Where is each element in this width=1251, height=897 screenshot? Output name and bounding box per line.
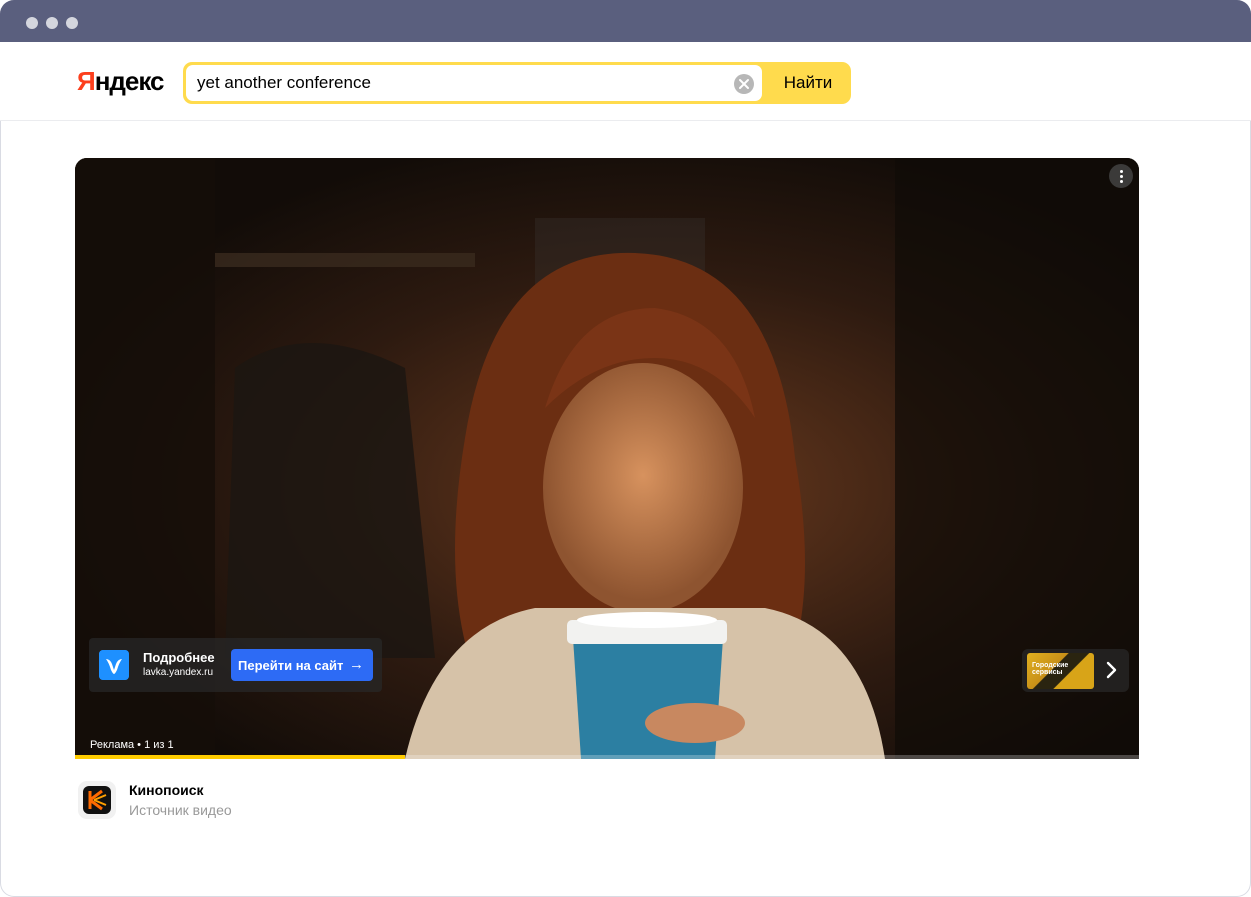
thumbnail-text: Городские сервисы: [1032, 662, 1069, 676]
maximize-dot[interactable]: [66, 17, 78, 29]
ad-card[interactable]: Подробнее lavka.yandex.ru Перейти на сай…: [89, 638, 382, 692]
search-field-wrap: [186, 65, 762, 101]
lavka-logo-icon: [99, 650, 129, 680]
logo-rest: ндекс: [94, 66, 165, 96]
arrow-right-icon: →: [349, 656, 364, 673]
search-bar: Найти: [183, 62, 851, 104]
close-dot[interactable]: [26, 17, 38, 29]
browser-window: Яндекс Найти: [0, 0, 1251, 897]
source-subtitle: Источник видео: [129, 802, 232, 818]
ad-counter: Реклама • 1 из 1: [90, 739, 174, 751]
next-video-thumbnail: Городские сервисы: [1027, 653, 1094, 689]
search-header: Яндекс Найти: [0, 42, 1251, 121]
video-source[interactable]: Кинопоиск Источник видео: [78, 781, 678, 821]
logo-first-letter: Я: [77, 66, 96, 96]
search-input[interactable]: [197, 65, 717, 101]
chevron-right-icon: [1106, 661, 1117, 679]
next-video-card[interactable]: Городские сервисы: [1022, 649, 1129, 692]
clear-circle-icon[interactable]: [733, 73, 755, 95]
progress-bar[interactable]: [75, 755, 1139, 759]
yandex-logo[interactable]: Яндекс: [77, 66, 164, 97]
title-bar: [0, 0, 1251, 42]
ad-domain: lavka.yandex.ru: [143, 667, 214, 678]
go-to-site-button[interactable]: Перейти на сайт →: [231, 649, 373, 681]
minimize-dot[interactable]: [46, 17, 58, 29]
kinopoisk-logo-icon: [78, 781, 116, 819]
video-player[interactable]: Подробнее lavka.yandex.ru Перейти на сай…: [75, 158, 1139, 759]
source-title: Кинопоиск: [129, 782, 204, 798]
progress-fill: [75, 755, 405, 759]
more-vertical-icon[interactable]: [1109, 164, 1133, 188]
go-to-site-label: Перейти на сайт: [238, 657, 344, 673]
ad-title: Подробнее: [143, 650, 215, 665]
search-button[interactable]: Найти: [765, 62, 851, 104]
